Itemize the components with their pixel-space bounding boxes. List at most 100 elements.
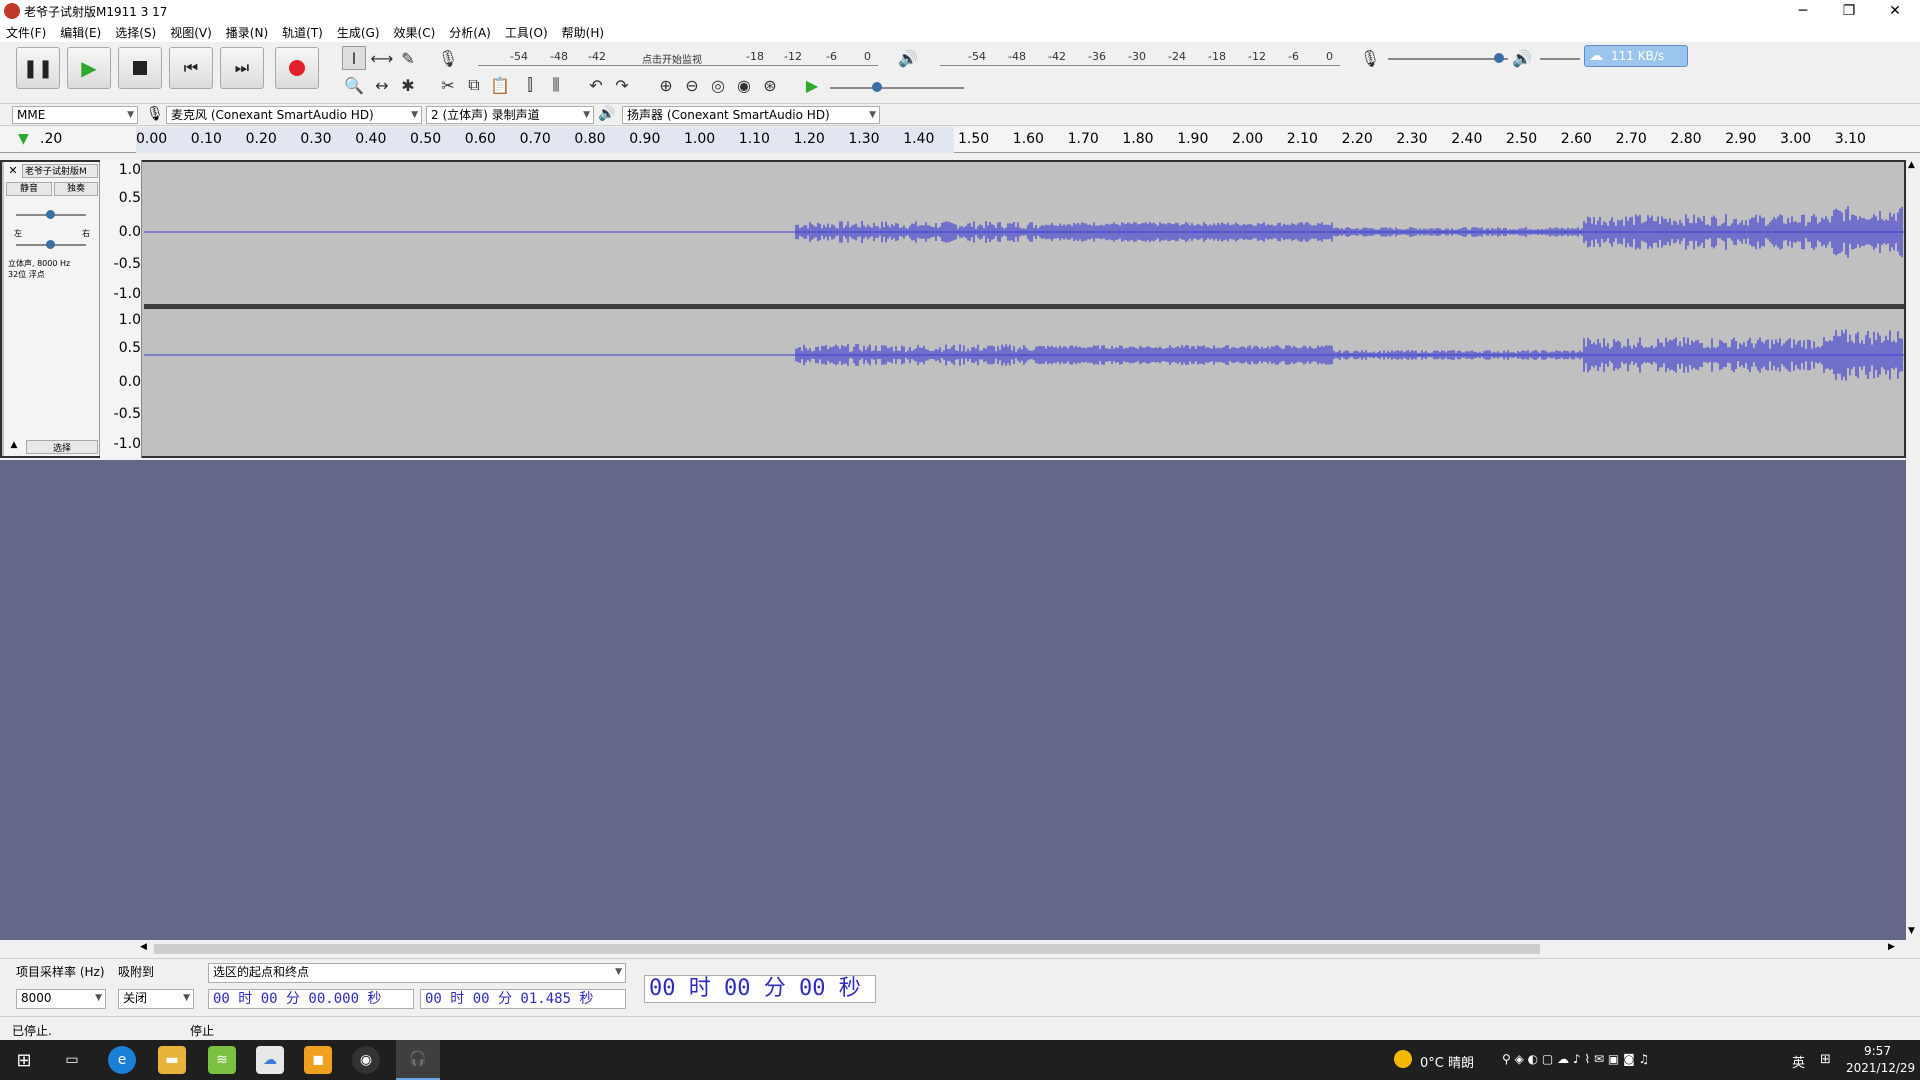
- menu-analyze[interactable]: 分析(A): [449, 24, 491, 41]
- restore-button[interactable]: ❐: [1826, 0, 1872, 22]
- playback-meter[interactable]: -54 -48 -42 -36 -30 -24 -18 -12 -6 0: [940, 48, 1340, 66]
- redo-icon[interactable]: ↷: [610, 73, 634, 97]
- selection-mode-select[interactable]: 选区的起点和终点 ▼: [208, 963, 626, 983]
- ruler-tick-label: 1.00: [684, 131, 716, 147]
- play-head-triangle-icon[interactable]: ▼: [18, 131, 29, 147]
- clock-time[interactable]: 9:57: [1864, 1044, 1891, 1058]
- skip-start-button[interactable]: ⏮: [169, 47, 213, 89]
- ime-indicator[interactable]: 英: [1792, 1052, 1805, 1071]
- fit-project-icon[interactable]: ◉: [732, 73, 756, 97]
- project-rate-select[interactable]: 8000 ▼: [16, 989, 106, 1009]
- play-speed-slider[interactable]: [830, 82, 964, 92]
- zoom-toggle-icon[interactable]: ⊛: [758, 73, 782, 97]
- mic-icon: 🎙: [146, 106, 164, 122]
- slider-thumb[interactable]: [1494, 53, 1504, 63]
- scroll-down-icon[interactable]: ▼: [1908, 926, 1915, 936]
- zoom-tool-icon[interactable]: 🔍: [342, 73, 366, 97]
- recording-channels-select[interactable]: 2 (立体声) 录制声道 ▼: [426, 106, 594, 124]
- record-button[interactable]: [275, 47, 319, 89]
- scroll-right-icon[interactable]: ▶: [1888, 942, 1895, 952]
- menu-help[interactable]: 帮助(H): [562, 24, 604, 41]
- close-button[interactable]: ✕: [1872, 0, 1918, 22]
- selection-tool-icon[interactable]: I: [342, 46, 366, 70]
- audio-track[interactable]: [0, 160, 1906, 458]
- zoom-out-icon[interactable]: ⊖: [680, 73, 704, 97]
- playback-volume-slider[interactable]: [1540, 58, 1580, 60]
- envelope-tool-icon[interactable]: ⟷: [370, 46, 394, 70]
- ime-mode-icon[interactable]: ⊞: [1820, 1052, 1831, 1067]
- waveform[interactable]: [144, 162, 1904, 456]
- trim-icon[interactable]: ⫿: [518, 73, 542, 97]
- task-view-icon[interactable]: ▭: [58, 1046, 86, 1074]
- file-explorer-icon[interactable]: ▬: [158, 1046, 186, 1074]
- record-meter[interactable]: -54 -48 -42 点击开始监视 -18 -12 -6 0: [478, 48, 878, 66]
- copy-icon[interactable]: ⧉: [462, 73, 486, 97]
- select-track-button[interactable]: 选择: [26, 440, 98, 454]
- menu-transport[interactable]: 播录(N): [226, 24, 268, 41]
- paste-icon[interactable]: 📋: [488, 73, 512, 97]
- menu-tools[interactable]: 工具(O): [505, 24, 548, 41]
- scroll-up-icon[interactable]: ▲: [1908, 160, 1915, 170]
- edge-browser-icon[interactable]: e: [108, 1046, 136, 1074]
- slider-thumb[interactable]: [46, 240, 55, 249]
- vertical-scrollbar[interactable]: ▲ ▼: [1906, 160, 1920, 940]
- gain-slider[interactable]: [16, 210, 86, 219]
- draw-tool-icon[interactable]: ✎: [396, 46, 420, 70]
- scroll-thumb[interactable]: [154, 944, 1540, 954]
- audio-host-select[interactable]: MME ▼: [12, 106, 138, 124]
- menu-view[interactable]: 视图(V): [170, 24, 212, 41]
- fit-selection-icon[interactable]: ◎: [706, 73, 730, 97]
- play-at-speed-icon[interactable]: ▶: [800, 73, 824, 97]
- snap-to-select[interactable]: 关闭 ▼: [118, 989, 194, 1009]
- slider-thumb[interactable]: [872, 82, 882, 92]
- play-meter-speaker-icon[interactable]: 🔊: [896, 46, 920, 70]
- undo-icon[interactable]: ↶: [584, 73, 608, 97]
- empty-track-area[interactable]: [0, 460, 1906, 940]
- selection-start-time[interactable]: 00 时 00 分 00.000 秒: [208, 989, 414, 1009]
- playback-device-select[interactable]: 扬声器 (Conexant SmartAudio HD) ▼: [622, 106, 880, 124]
- multi-tool-icon[interactable]: ✱: [396, 73, 420, 97]
- menu-tracks[interactable]: 轨道(T): [282, 24, 323, 41]
- slider-thumb[interactable]: [46, 210, 55, 219]
- stop-button[interactable]: [118, 47, 162, 89]
- track-name-menu[interactable]: 老爷子试射版M: [22, 164, 98, 178]
- timeline-ruler[interactable]: ▼ .20 0.00 0.10 0.20 0.30 0.40 0.50 0.60 0.70 0.…: [0, 127, 1920, 153]
- collapse-track-button[interactable]: ▲: [6, 440, 22, 454]
- solo-button[interactable]: 独奏: [54, 182, 98, 196]
- audacity-taskbar-icon[interactable]: 🎧: [396, 1040, 440, 1080]
- menu-generate[interactable]: 生成(G): [337, 24, 380, 41]
- record-meter-mic-icon[interactable]: 🎙: [436, 46, 460, 70]
- recording-device-select[interactable]: 麦克风 (Conexant SmartAudio HD) ▼: [166, 106, 422, 124]
- weather-text: 0°C 晴朗: [1420, 1056, 1474, 1071]
- zoom-in-icon[interactable]: ⊕: [654, 73, 678, 97]
- menu-edit[interactable]: 编辑(E): [60, 24, 101, 41]
- pause-button[interactable]: ❚❚: [16, 47, 60, 89]
- selection-end-time[interactable]: 00 时 00 分 01.485 秒: [420, 989, 626, 1009]
- tray-icons[interactable]: ⚲ ◈ ◐ ▢ ☁ ♪ ⌇ ✉ ▣ ◙ ♫: [1502, 1052, 1649, 1066]
- audio-position-time[interactable]: 00 时 00 分 00 秒: [644, 975, 876, 1003]
- ruler-tick-label: 2.00: [1232, 131, 1264, 147]
- silence-icon[interactable]: ⫼: [544, 73, 568, 97]
- minimize-button[interactable]: ─: [1780, 0, 1826, 22]
- menu-select[interactable]: 选择(S): [115, 24, 156, 41]
- mute-button[interactable]: 静音: [6, 182, 52, 196]
- timeshift-tool-icon[interactable]: ↔: [370, 73, 394, 97]
- green-app-icon[interactable]: ≋: [208, 1046, 236, 1074]
- pan-slider[interactable]: [16, 240, 86, 249]
- horizontal-scrollbar[interactable]: ◀ ▶: [140, 940, 1900, 958]
- menu-effect[interactable]: 效果(C): [394, 24, 436, 41]
- scroll-left-icon[interactable]: ◀: [140, 942, 147, 952]
- skip-end-button[interactable]: ⏭: [220, 47, 264, 89]
- obs-icon[interactable]: ◉: [352, 1046, 380, 1074]
- start-windows-icon[interactable]: ⊞: [10, 1046, 38, 1074]
- menu-file[interactable]: 文件(F): [6, 24, 46, 41]
- record-volume-slider[interactable]: [1388, 53, 1508, 63]
- track-close-button[interactable]: ✕: [6, 164, 20, 178]
- clock-date[interactable]: 2021/12/29: [1846, 1061, 1915, 1075]
- cut-icon[interactable]: ✂: [436, 73, 460, 97]
- orange-app-icon[interactable]: ◼: [304, 1046, 332, 1074]
- play-button[interactable]: ▶: [67, 47, 111, 89]
- cloud-app-icon[interactable]: ☁: [256, 1046, 284, 1074]
- speaker-volume-icon: 🔊: [1512, 48, 1532, 68]
- cloud-speed-badge[interactable]: ☁ 111 KB/s: [1584, 45, 1688, 67]
